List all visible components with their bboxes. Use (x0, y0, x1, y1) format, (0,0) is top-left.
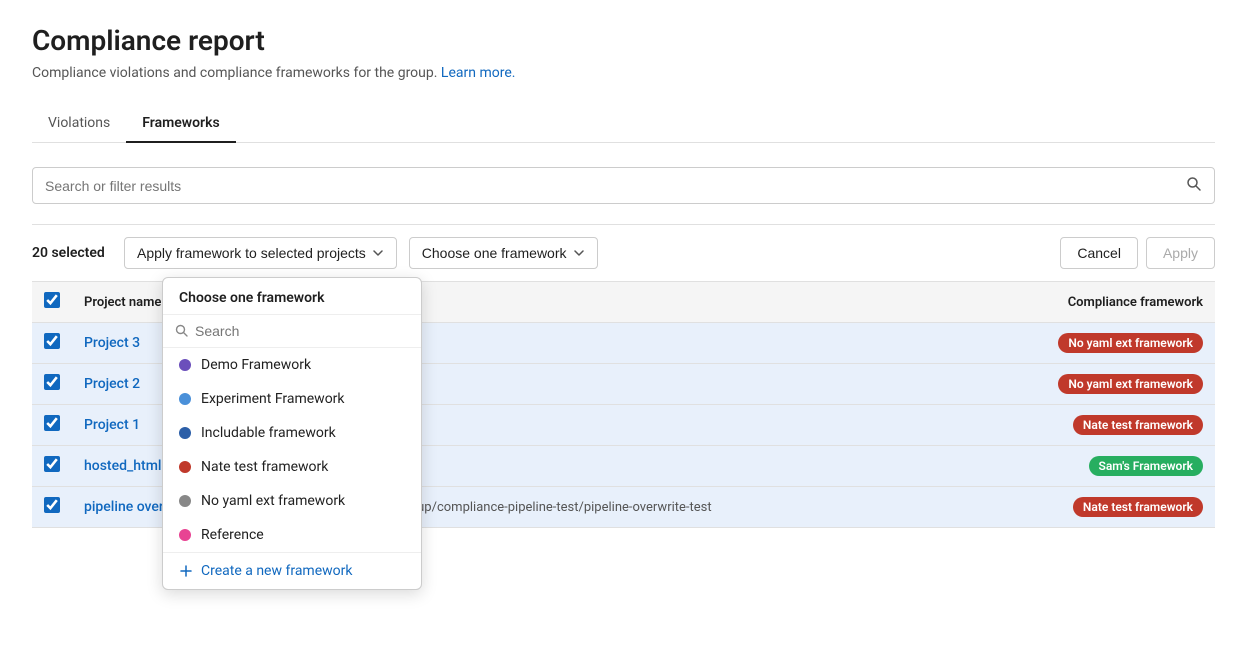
search-button[interactable] (1186, 176, 1202, 195)
framework-picker-popup: Choose one framework Demo Framework Expe… (162, 277, 422, 590)
framework-badge-cell: Nate test framework (995, 405, 1215, 446)
dot-icon (179, 495, 191, 507)
dot-icon (179, 359, 191, 371)
row-checkbox[interactable] (44, 415, 60, 431)
row-checkbox[interactable] (44, 374, 60, 390)
page-subtitle: Compliance violations and compliance fra… (32, 65, 1215, 81)
framework-badge: No yaml ext framework (1058, 374, 1203, 394)
framework-list: Demo Framework Experiment Framework Incl… (163, 348, 421, 552)
project-link[interactable]: Project 2 (84, 376, 140, 392)
choose-framework-dropdown[interactable]: Choose one framework (409, 237, 598, 269)
create-framework-button[interactable]: Create a new framework (163, 552, 421, 589)
compliance-framework-header: Compliance framework (995, 282, 1215, 323)
dot-icon (179, 529, 191, 541)
framework-option-noyaml[interactable]: No yaml ext framework (163, 484, 421, 518)
project-link[interactable]: Project 1 (84, 417, 140, 433)
search-bar (32, 167, 1215, 204)
framework-badge: Nate test framework (1073, 415, 1203, 435)
framework-badge: Sam's Framework (1089, 456, 1203, 476)
tab-violations[interactable]: Violations (32, 105, 126, 143)
row-checkbox[interactable] (44, 456, 60, 472)
learn-more-link[interactable]: Learn more. (441, 65, 516, 81)
apply-framework-dropdown[interactable]: Apply framework to selected projects (124, 237, 397, 269)
row-checkbox-cell (32, 364, 72, 405)
select-all-checkbox[interactable] (44, 292, 60, 308)
page-title: Compliance report (32, 24, 1215, 57)
framework-option-reference[interactable]: Reference (163, 518, 421, 552)
cancel-button[interactable]: Cancel (1060, 237, 1138, 269)
framework-badge-cell: No yaml ext framework (995, 323, 1215, 364)
popup-search-input[interactable] (195, 323, 409, 339)
framework-badge-cell: Sam's Framework (995, 446, 1215, 487)
framework-option-demo[interactable]: Demo Framework (163, 348, 421, 382)
select-all-header (32, 282, 72, 323)
project-link[interactable]: hosted_html (84, 458, 161, 474)
selected-count: 20 selected (32, 245, 112, 261)
popup-search-icon (175, 324, 189, 338)
framework-option-experiment[interactable]: Experiment Framework (163, 382, 421, 416)
tab-frameworks[interactable]: Frameworks (126, 105, 235, 143)
framework-badge: Nate test framework (1073, 497, 1203, 517)
project-link[interactable]: Project 3 (84, 335, 140, 351)
dot-icon (179, 461, 191, 473)
dot-icon (179, 393, 191, 405)
dot-icon (179, 427, 191, 439)
popup-search-bar (163, 315, 421, 348)
row-checkbox-cell (32, 487, 72, 528)
tabs-bar: Violations Frameworks (32, 105, 1215, 143)
framework-option-nate[interactable]: Nate test framework (163, 450, 421, 484)
row-checkbox-cell (32, 405, 72, 446)
plus-icon (179, 564, 193, 578)
row-checkbox[interactable] (44, 333, 60, 349)
toolbar: 20 selected Apply framework to selected … (32, 224, 1215, 282)
framework-option-includable[interactable]: Includable framework (163, 416, 421, 450)
framework-badge-cell: No yaml ext framework (995, 364, 1215, 405)
framework-badge: No yaml ext framework (1058, 333, 1203, 353)
popup-title: Choose one framework (163, 278, 421, 315)
toolbar-actions: Cancel Apply (1060, 237, 1215, 269)
search-input[interactable] (45, 178, 1186, 194)
apply-button[interactable]: Apply (1146, 237, 1215, 269)
framework-badge-cell: Nate test framework (995, 487, 1215, 528)
row-checkbox[interactable] (44, 497, 60, 513)
row-checkbox-cell (32, 323, 72, 364)
row-checkbox-cell (32, 446, 72, 487)
